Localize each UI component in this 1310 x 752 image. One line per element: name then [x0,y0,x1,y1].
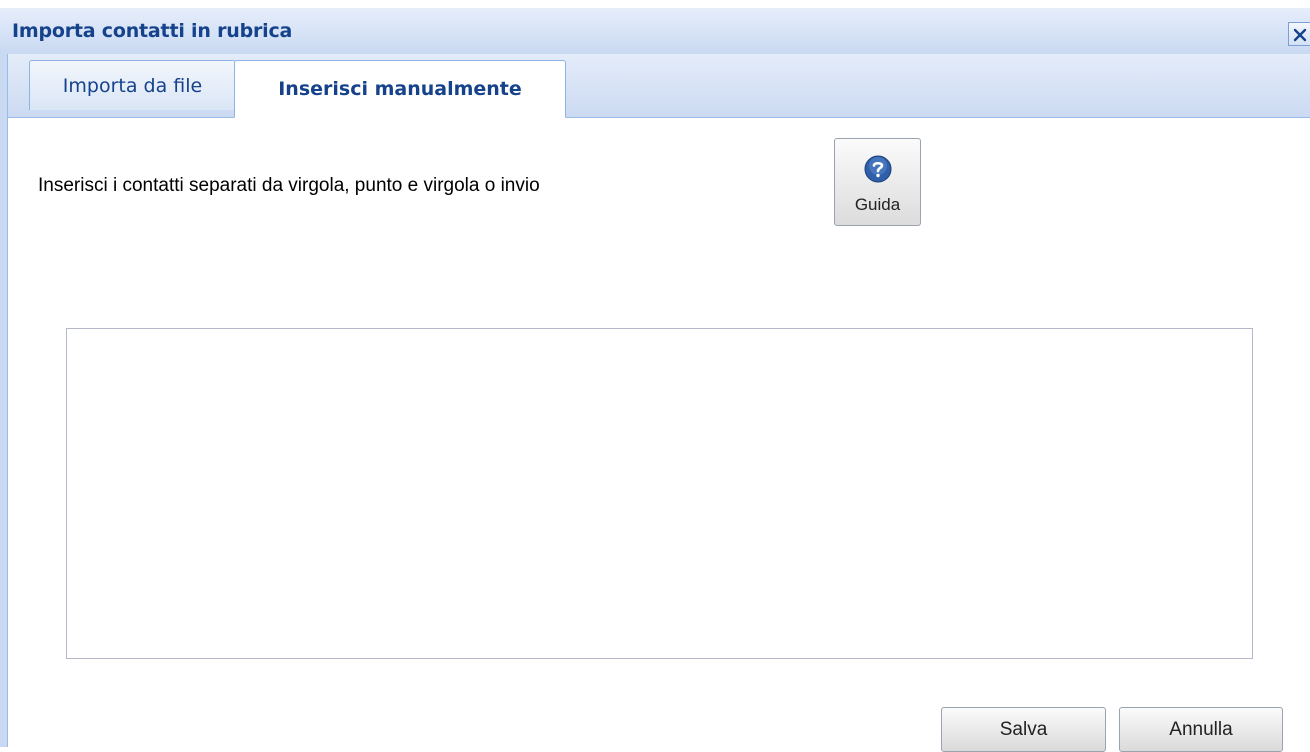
dialog-title: Importa contatti in rubrica [12,20,293,42]
tab-label: Inserisci manualmente [278,78,522,100]
tab-panel-manual: Inserisci i contatti separati da virgola… [8,118,1310,752]
save-button-label: Salva [999,718,1048,740]
help-button[interactable]: Guida [834,138,921,226]
import-contacts-dialog: Importa contatti in rubrica Importa da f… [0,0,1310,752]
dialog-left-border [0,54,8,747]
close-button[interactable] [1288,22,1310,46]
dialog-titlebar[interactable]: Importa contatti in rubrica [0,8,1310,55]
cancel-button[interactable]: Annulla [1119,707,1283,752]
cancel-button-label: Annulla [1169,718,1233,740]
tab-import-from-file[interactable]: Importa da file [29,60,236,110]
tab-manual-entry[interactable]: Inserisci manualmente [234,60,566,118]
contacts-textarea[interactable] [66,328,1253,659]
close-icon [1293,28,1307,42]
tab-label: Importa da file [62,74,203,97]
tab-strip: Importa da file Inserisci manualmente [8,54,1310,118]
help-button-label: Guida [854,195,901,214]
save-button[interactable]: Salva [941,707,1106,752]
help-icon [864,155,892,183]
instruction-text: Inserisci i contatti separati da virgola… [38,175,540,196]
